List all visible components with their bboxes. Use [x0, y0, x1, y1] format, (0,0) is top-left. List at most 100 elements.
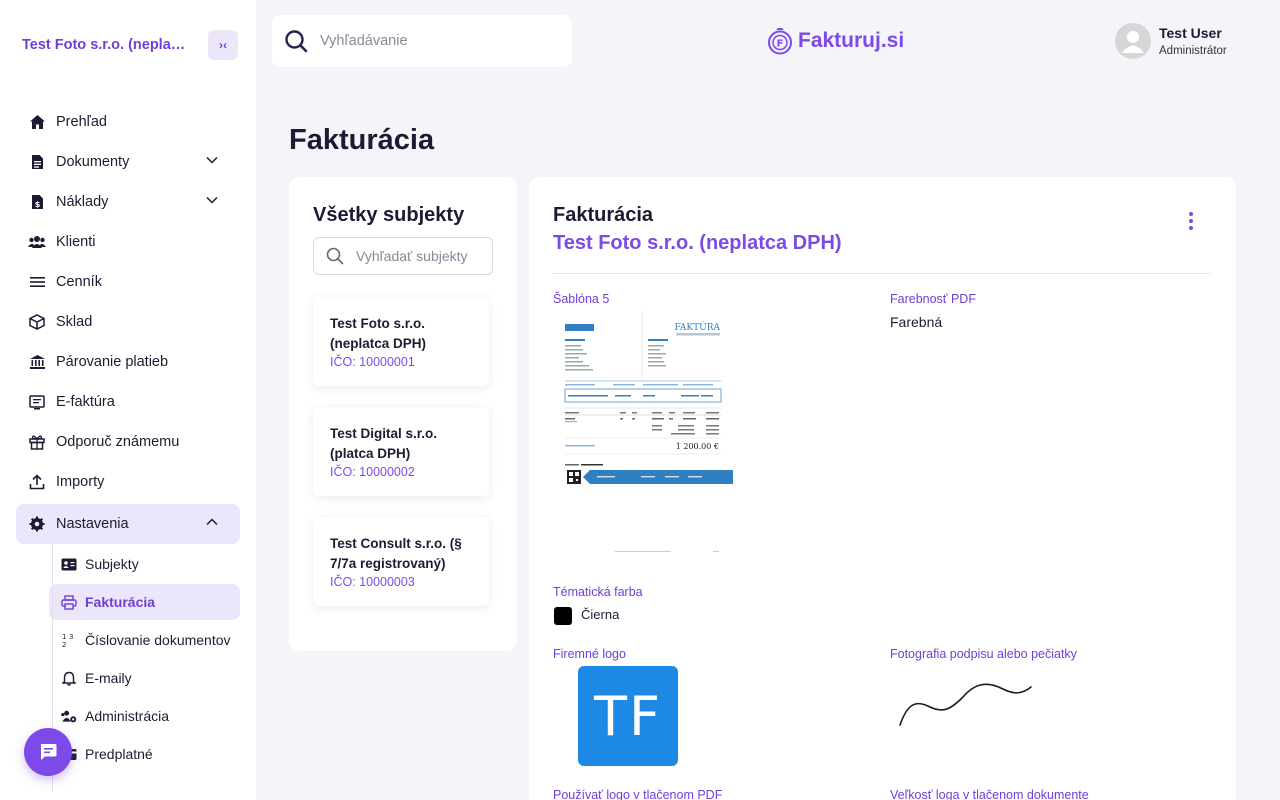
nav-item-klienti[interactable]: Klienti [16, 222, 240, 262]
subjects-search[interactable]: Vyhľadať subjekty [313, 237, 493, 275]
nav-label: E-faktúra [56, 394, 115, 410]
nav-item-efaktura[interactable]: E-faktúra [16, 382, 240, 422]
invoicing-subject: Test Foto s.r.o. (neplatca DPH) [553, 232, 842, 254]
avatar[interactable] [1115, 23, 1151, 59]
settings-icon [28, 515, 46, 533]
sidebar: Test Foto s.r.o. (neplatca DPH) ›‹ Prehľ… [0, 0, 256, 800]
signature-label: Fotografia podpisu alebo pečiatky [890, 647, 1077, 661]
nav-item-nastavenia[interactable]: Nastavenia [16, 504, 240, 544]
user-name: Test User [1159, 25, 1222, 41]
subjects-search-input[interactable]: Vyhľadať subjekty [356, 248, 468, 264]
nav-label: Dokumenty [56, 154, 130, 170]
home-icon [28, 113, 46, 131]
subject-name: Test Foto s.r.o. (neplatca DPH) [330, 316, 427, 351]
subnav-item-fakturacia[interactable]: Fakturácia [49, 584, 240, 620]
subnav-item-cislovanie[interactable]: 132 Číslovanie dokumentov [49, 622, 240, 658]
pdf-color-value: Farebná [890, 314, 943, 330]
theme-color-value: Čierna [581, 607, 620, 622]
subject-name: Test Consult s.r.o. (§ 7/7a registrovaný… [330, 536, 462, 571]
svg-text:$: $ [34, 200, 40, 209]
collapse-sidebar-button[interactable]: ›‹ [208, 30, 238, 60]
subnav-label: E-maily [85, 670, 132, 686]
user-menu[interactable]: Test User Administrátor [1115, 23, 1227, 59]
search-input[interactable]: Vyhľadávanie [320, 33, 408, 49]
subject-ico: IČO: 10000002 [330, 465, 415, 479]
einvoice-icon [28, 393, 46, 411]
nav-item-cennik[interactable]: Cenník [16, 262, 240, 302]
nav-label: Sklad [56, 314, 93, 330]
nav-label: Nastavenia [56, 516, 129, 532]
subnav-label: Administrácia [85, 708, 170, 724]
list-icon [28, 273, 46, 291]
company-name[interactable]: Test Foto s.r.o. (neplatca DPH) [22, 37, 190, 53]
search-icon [326, 247, 344, 265]
nav-item-naklady[interactable]: $ Náklady [16, 182, 240, 222]
printer-icon [61, 594, 77, 610]
subjects-panel: Všetky subjekty Vyhľadať subjekty Test F… [289, 177, 517, 651]
invoicing-panel: Fakturácia Test Foto s.r.o. (neplatca DP… [529, 177, 1236, 800]
nav-item-odporuc[interactable]: Odporuč známemu [16, 422, 240, 462]
box-icon [28, 313, 46, 331]
gift-icon [28, 433, 46, 451]
brand-name: Fakturuj.si [798, 29, 905, 52]
subnav-label: Subjekty [85, 556, 139, 572]
subject-card[interactable]: Test Foto s.r.o. (neplatca DPH) IČO: 100… [313, 297, 489, 386]
svg-text:1: 1 [62, 633, 66, 641]
chevron-down-icon [206, 196, 218, 204]
search-icon [285, 30, 308, 53]
numbering-icon: 132 [61, 632, 77, 648]
page-title: Fakturácia [289, 124, 435, 156]
nav-item-sklad[interactable]: Sklad [16, 302, 240, 342]
nav-item-prehlad[interactable]: Prehľad [16, 102, 240, 142]
subject-ico: IČO: 10000003 [330, 575, 415, 589]
upload-icon [28, 473, 46, 491]
logo-size-label: Veľkosť loga v tlačenom dokumente [890, 788, 1089, 800]
nav-item-dokumenty[interactable]: Dokumenty [16, 142, 240, 182]
subnav-label: Fakturácia [85, 594, 156, 610]
brand-logo[interactable]: F Fakturuj.si [766, 26, 904, 56]
nav-item-importy[interactable]: Importy [16, 462, 240, 502]
subject-ico: IČO: 10000001 [330, 355, 415, 369]
subject-name: Test Digital s.r.o. (platca DPH) [330, 426, 438, 461]
nav-label: Párovanie platieb [56, 354, 169, 370]
document-icon [28, 153, 46, 171]
more-options-button[interactable] [1181, 211, 1201, 231]
pdf-color-label: Farebnosť PDF [890, 292, 976, 306]
subnav-label: Číslovanie dokumentov [85, 632, 231, 648]
nav-label: Cenník [56, 274, 102, 290]
nav-label: Importy [56, 474, 105, 490]
user-icon [1122, 31, 1144, 53]
nav-label: Náklady [56, 194, 109, 210]
subnav-item-subjekty[interactable]: Subjekty [49, 546, 240, 582]
company-switcher[interactable]: Test Foto s.r.o. (neplatca DPH) ›‹ [22, 30, 238, 60]
nav-label: Odporuč známemu [56, 434, 180, 450]
subnav-item-predplatne[interactable]: Predplatné [49, 736, 240, 772]
clients-icon [28, 233, 46, 251]
bank-icon [28, 353, 46, 371]
template-preview[interactable]: FAKTÚRA 1 200.00 € [553, 311, 733, 555]
nav-item-parovanie[interactable]: Párovanie platieb [16, 342, 240, 382]
subnav-item-administracia[interactable]: Administrácia [49, 698, 240, 734]
brand-icon: F [768, 28, 792, 55]
chat-button[interactable] [24, 728, 72, 776]
subnav-item-emaily[interactable]: E-maily [49, 660, 240, 696]
subject-card[interactable]: Test Digital s.r.o. (platca DPH) IČO: 10… [313, 407, 489, 496]
user-info: Test User Administrátor [1159, 25, 1227, 57]
id-card-icon [61, 556, 77, 572]
nav-label: Klienti [56, 234, 96, 250]
chat-icon [41, 744, 57, 760]
svg-text:F: F [777, 39, 784, 50]
svg-text:2: 2 [62, 641, 66, 648]
signature-image[interactable] [895, 677, 1035, 737]
expense-icon: $ [28, 193, 46, 211]
theme-color-swatch [554, 607, 572, 625]
subnav-label: Predplatné [85, 746, 153, 762]
subject-card[interactable]: Test Consult s.r.o. (§ 7/7a registrovaný… [313, 517, 489, 606]
nav-label: Prehľad [56, 114, 107, 130]
main-nav: Prehľad Dokumenty $ Náklady Klienti Cenn… [16, 102, 240, 792]
company-logo[interactable]: TF [578, 666, 678, 766]
chevron-down-icon [206, 156, 218, 164]
user-role: Administrátor [1159, 45, 1227, 57]
global-search[interactable]: Vyhľadávanie [272, 15, 572, 67]
logo-label: Firemné logo [553, 647, 626, 661]
